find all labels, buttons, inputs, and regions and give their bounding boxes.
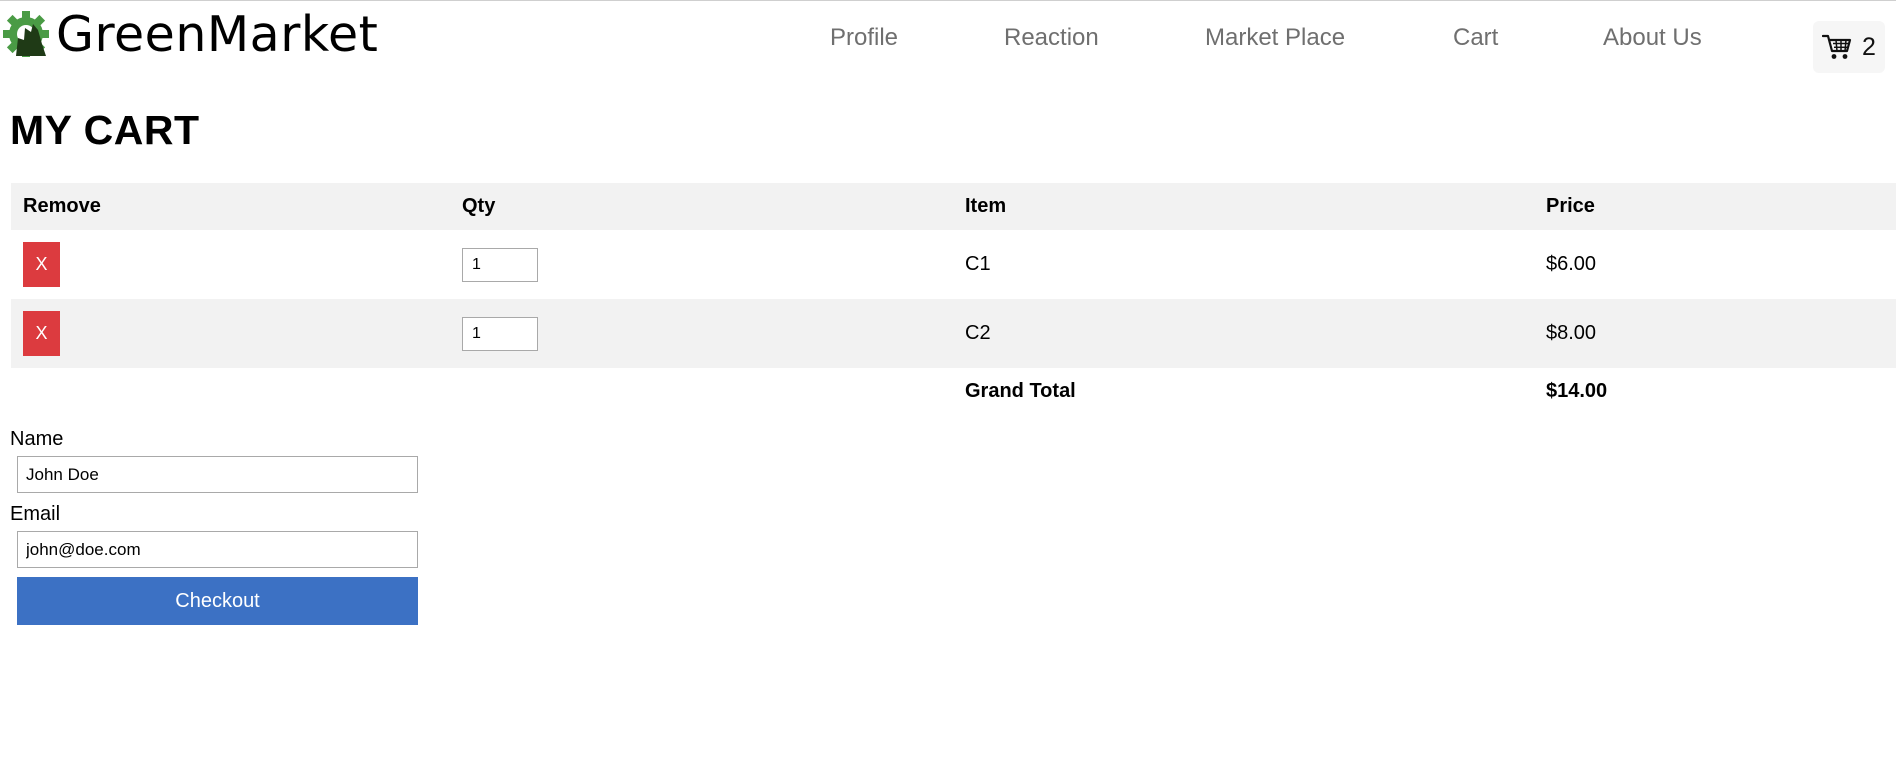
nav-about-us[interactable]: About Us: [1603, 24, 1702, 52]
nav-cart[interactable]: Cart: [1453, 24, 1498, 52]
site-header: GreenMarket Profile Reaction Market Plac…: [0, 1, 1896, 81]
green-gear-logo-icon: [2, 10, 50, 58]
cart-table: Remove Qty Item Price X C1 $6.00 X C2 $8…: [11, 183, 1896, 414]
qty-cell: [462, 230, 965, 299]
email-label: Email: [10, 503, 61, 525]
nav-market-place[interactable]: Market Place: [1205, 24, 1345, 52]
table-row: X C2 $8.00: [11, 299, 1896, 368]
cart-count-badge: 2: [1862, 32, 1876, 61]
checkout-form: Name Email Checkout: [10, 427, 430, 625]
name-field[interactable]: [17, 456, 418, 493]
cart-widget[interactable]: 2: [1813, 21, 1885, 73]
remove-item-button[interactable]: X: [23, 242, 60, 287]
header-price: Price: [1546, 195, 1595, 217]
grand-total-label: Grand Total: [965, 379, 1076, 402]
header-item: Item: [965, 195, 1007, 217]
quantity-input[interactable]: [462, 247, 538, 282]
shopping-cart-icon: [1822, 33, 1852, 61]
grand-total-value: $14.00: [1546, 379, 1608, 402]
item-name: C1: [965, 253, 991, 275]
table-header-row: Remove Qty Item Price: [11, 183, 1896, 230]
checkout-button[interactable]: Checkout: [17, 577, 418, 625]
quantity-input[interactable]: [462, 316, 538, 351]
item-price: $8.00: [1546, 322, 1597, 344]
remove-cell: X: [11, 230, 462, 299]
item-price: $6.00: [1546, 253, 1597, 275]
email-field[interactable]: [17, 531, 418, 568]
table-row: X C1 $6.00: [11, 230, 1896, 299]
grand-total-row: Grand Total $14.00: [11, 368, 1896, 414]
item-name: C2: [965, 322, 991, 344]
nav-reaction[interactable]: Reaction: [1004, 24, 1099, 52]
remove-item-button[interactable]: X: [23, 311, 60, 356]
header-remove: Remove: [23, 195, 101, 217]
remove-cell: X: [11, 299, 462, 368]
header-qty: Qty: [462, 195, 496, 217]
page-title: MY CART: [10, 107, 200, 153]
brand[interactable]: GreenMarket: [2, 7, 378, 61]
brand-name: GreenMarket: [56, 5, 379, 63]
qty-cell: [462, 299, 965, 368]
nav-profile[interactable]: Profile: [830, 24, 898, 52]
name-label: Name: [10, 428, 64, 450]
